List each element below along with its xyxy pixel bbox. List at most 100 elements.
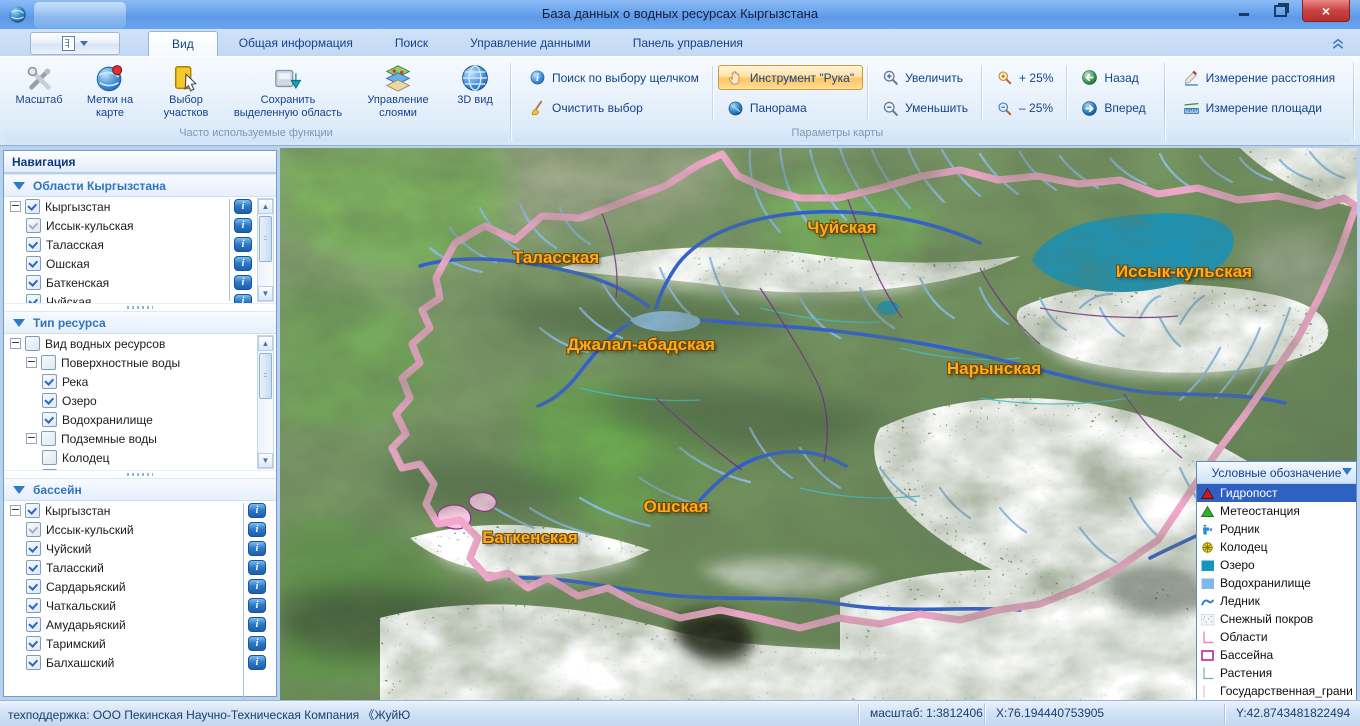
info-button[interactable]: i xyxy=(248,560,266,575)
tree-checkbox[interactable] xyxy=(42,469,57,470)
info-button[interactable]: i xyxy=(234,199,252,214)
ribbon-button-select-area[interactable]: Выбор участков xyxy=(148,60,224,126)
tree-item[interactable]: Чуйский xyxy=(4,539,276,558)
tree-item[interactable]: Река xyxy=(4,372,276,391)
tree-checkbox[interactable] xyxy=(26,256,41,271)
tree-item-label[interactable]: Чаткальский xyxy=(46,599,116,613)
tree-checkbox[interactable] xyxy=(42,450,57,465)
ribbon-button-nav-forward[interactable]: Вперед xyxy=(1072,96,1154,121)
minimize-button[interactable] xyxy=(1228,0,1259,21)
info-button[interactable]: i xyxy=(248,503,266,518)
tree-item[interactable]: Сардарьяский xyxy=(4,577,276,596)
scroll-up-arrow[interactable]: ▲ xyxy=(258,336,273,351)
tree-item-label[interactable]: Колодец xyxy=(62,451,110,465)
ribbon-button-globe-small[interactable]: Панорама xyxy=(718,96,863,121)
tree-checkbox[interactable] xyxy=(25,503,40,518)
tree-item-label[interactable]: Чуйская xyxy=(46,295,91,304)
ribbon-button-zoom-out[interactable]: Уменьшить xyxy=(873,96,977,121)
ribbon-button-tools[interactable]: Масштаб xyxy=(6,60,72,126)
close-button[interactable]: × xyxy=(1302,0,1350,22)
vertical-scrollbar[interactable]: ▲▼ xyxy=(257,198,274,302)
tree-item-label[interactable]: Поверхностные воды xyxy=(61,356,180,370)
ribbon-button-measure-distance[interactable]: Измерение расстояния xyxy=(1174,65,1344,90)
tree-item-label[interactable]: Вид водных ресурсов xyxy=(45,337,165,351)
ribbon-button-save-area[interactable]: Сохранить выделенную область xyxy=(224,60,352,126)
tab-4[interactable]: Управление данными xyxy=(449,31,612,56)
tree-item[interactable]: Подземные воды xyxy=(4,429,276,448)
tree-item[interactable]: Колодец xyxy=(4,448,276,467)
legend-item[interactable]: Области xyxy=(1197,628,1356,646)
tree-item[interactable]: Поверхностные воды xyxy=(4,353,276,372)
tree-item-label[interactable]: Река xyxy=(62,375,88,389)
ribbon-button-nav-back[interactable]: Назад xyxy=(1072,65,1154,90)
tree-item-label[interactable]: Водохранилище xyxy=(62,413,153,427)
vertical-scrollbar[interactable]: ▲▼ xyxy=(257,335,274,469)
info-button[interactable]: i xyxy=(248,655,266,670)
scrollbar-thumb[interactable] xyxy=(259,216,272,262)
tree-checkbox[interactable] xyxy=(26,617,41,632)
tree-item-label[interactable]: Чуйский xyxy=(46,542,91,556)
nav-section-header-1[interactable]: Области Кыргызстана xyxy=(4,174,276,197)
tree-checkbox[interactable] xyxy=(42,393,57,408)
tab-2[interactable]: Общая информация xyxy=(218,31,374,56)
tree-item-label[interactable]: Балхашский xyxy=(46,656,114,670)
tree-item-label[interactable]: Ошская xyxy=(46,257,90,271)
tree-item-label[interactable]: Таримский xyxy=(46,637,106,651)
tree-item[interactable]: Иссык-кульский xyxy=(4,520,276,539)
scroll-up-arrow[interactable]: ▲ xyxy=(258,199,273,214)
tree-checkbox[interactable] xyxy=(26,560,41,575)
ribbon-button-broom[interactable]: Очистить выбор xyxy=(520,96,708,121)
tree-item-label[interactable]: Амударьяский xyxy=(46,618,126,632)
tree-item[interactable]: Таримский xyxy=(4,634,276,653)
tree-checkbox[interactable] xyxy=(26,598,41,613)
tree-item[interactable]: Чаткальский xyxy=(4,596,276,615)
legend-item[interactable]: Ледник xyxy=(1197,592,1356,610)
tree-checkbox[interactable] xyxy=(41,431,56,446)
tree-item-label[interactable]: Иссык-кульская xyxy=(46,219,134,233)
info-button[interactable]: i xyxy=(248,541,266,556)
tab-1[interactable]: Вид xyxy=(148,31,218,56)
ribbon-button-zoom-in[interactable]: Увеличить xyxy=(873,65,977,90)
tree-checkbox[interactable] xyxy=(25,199,40,214)
tree-checkbox[interactable] xyxy=(42,412,57,427)
ribbon-button-globe-3d[interactable]: 3D вид xyxy=(444,60,506,126)
legend-item[interactable]: Колодец xyxy=(1197,538,1356,556)
tree-item[interactable]: Вид водных ресурсов xyxy=(4,334,276,353)
ribbon-button-measure-area[interactable]: Измерение площади xyxy=(1174,96,1344,121)
tree-checkbox[interactable] xyxy=(26,237,41,252)
tree-checkbox[interactable] xyxy=(41,355,56,370)
tree-checkbox[interactable] xyxy=(26,655,41,670)
legend-item[interactable]: Снежный покров xyxy=(1197,610,1356,628)
ribbon-button-zoom-plus[interactable]: + 25% xyxy=(987,65,1062,90)
tree-checkbox[interactable] xyxy=(26,522,41,537)
tree-item[interactable]: Амударьяский xyxy=(4,615,276,634)
tree-item-label[interactable]: Кыргызстан xyxy=(45,504,110,518)
tree-item-label[interactable]: Озеро xyxy=(62,394,97,408)
tree-item[interactable]: Озеро xyxy=(4,391,276,410)
info-button[interactable]: i xyxy=(248,522,266,537)
tree-expander-icon[interactable] xyxy=(26,357,37,368)
nav-section-header-2[interactable]: Тип ресурса xyxy=(4,311,276,334)
info-button[interactable]: i xyxy=(234,237,252,252)
scrollbar-thumb[interactable] xyxy=(259,353,272,399)
tree-checkbox[interactable] xyxy=(26,294,41,303)
info-button[interactable]: i xyxy=(248,636,266,651)
tree-checkbox[interactable] xyxy=(26,218,41,233)
tree-item-label[interactable]: Подземные воды xyxy=(61,432,157,446)
restore-button[interactable] xyxy=(1265,0,1296,21)
legend-item[interactable]: Растения xyxy=(1197,664,1356,682)
nav-section-header-3[interactable]: бассейн xyxy=(4,478,276,501)
tab-5[interactable]: Панель управления xyxy=(612,31,764,56)
tree-item-label[interactable]: Баткенская xyxy=(46,276,109,290)
tree-item[interactable]: Балхашский xyxy=(4,653,276,672)
legend-item[interactable]: Родник xyxy=(1197,520,1356,538)
tree-item-label[interactable]: Родник xyxy=(62,470,101,471)
tree-checkbox[interactable] xyxy=(26,579,41,594)
tree-item-label[interactable]: Таласская xyxy=(46,238,104,252)
tree-item-label[interactable]: Таласский xyxy=(46,561,104,575)
info-button[interactable]: i xyxy=(234,294,252,303)
info-button[interactable]: i xyxy=(248,579,266,594)
legend-collapse-icon[interactable] xyxy=(1342,468,1352,480)
legend-item[interactable]: Гидропост xyxy=(1197,484,1356,502)
tree-expander-icon[interactable] xyxy=(10,338,21,349)
